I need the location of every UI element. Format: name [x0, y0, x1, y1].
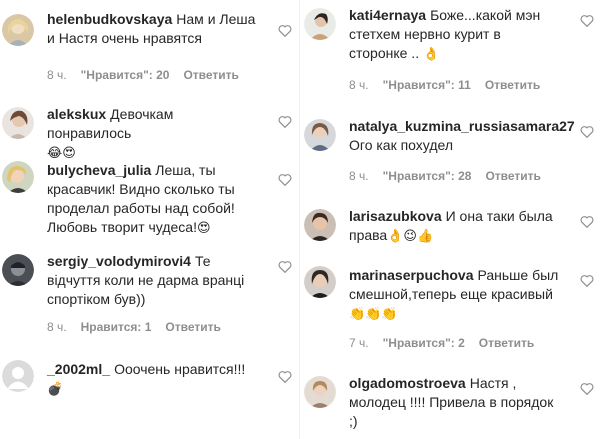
emoji-icon: 😉 — [403, 228, 417, 243]
avatar[interactable] — [2, 360, 34, 392]
comment-likes[interactable]: "Нравится": 2 — [383, 336, 465, 350]
comment-time[interactable]: 8 ч. — [349, 169, 369, 183]
emoji-icon: 👏 — [349, 306, 366, 321]
like-heart-icon[interactable] — [580, 215, 594, 228]
like-heart-icon[interactable] — [278, 24, 292, 37]
comment-meta: 8 ч. "Нравится": 20 Ответить — [47, 68, 253, 82]
comment-body: larisazubkova И она таки была права👌😉👍 — [349, 207, 559, 245]
emoji-icon: 👏 — [381, 306, 398, 321]
like-heart-icon[interactable] — [580, 274, 594, 287]
like-heart-icon[interactable] — [278, 260, 292, 273]
reply-button[interactable]: Ответить — [165, 320, 220, 334]
comment-body: bulycheva_julia Леша, ты красавчик! Видно… — [47, 161, 257, 237]
column-divider — [299, 0, 300, 439]
avatar[interactable] — [2, 161, 34, 193]
comment-likes[interactable]: "Нравится": 28 — [383, 169, 472, 183]
comment-body: olgadomostroeva Настя , молодец !!!! Прив… — [349, 374, 559, 431]
emoji-icon: 👌 — [422, 46, 440, 61]
avatar[interactable] — [2, 254, 34, 286]
avatar[interactable] — [304, 209, 336, 241]
reply-button[interactable]: Ответить — [183, 68, 238, 82]
avatar[interactable] — [304, 266, 336, 298]
right-comment-column: kati4ernaya Боже...какой мэн стетхем нерв… — [302, 0, 600, 439]
like-heart-icon[interactable] — [278, 370, 292, 383]
comment-time[interactable]: 8 ч. — [47, 320, 67, 334]
emoji-icon: 👌 — [387, 228, 404, 243]
comment-username[interactable]: helenbudkovskaya — [47, 11, 172, 27]
avatar[interactable] — [2, 107, 34, 139]
comment-likes[interactable]: Нравится: 1 — [81, 320, 152, 334]
comment-text: Ооочень нравится!!! — [114, 361, 246, 377]
like-heart-icon[interactable] — [278, 115, 292, 128]
left-comment-column: helenbudkovskaya Нам и Леша и Настя очень… — [0, 0, 298, 439]
comment-username[interactable]: _2002ml_ — [47, 361, 110, 377]
comment-username[interactable]: larisazubkova — [349, 208, 442, 224]
emoji-icon: 😍 — [196, 220, 211, 235]
like-heart-icon[interactable] — [580, 125, 594, 138]
emoji-icon: 👍 — [416, 228, 434, 243]
like-heart-icon[interactable] — [278, 173, 292, 186]
comment-meta: 8 ч. "Нравится": 11 Ответить — [349, 78, 554, 92]
comment-username[interactable]: natalya_kuzmina_russiasamara27 — [349, 118, 575, 134]
avatar[interactable] — [304, 119, 336, 151]
avatar[interactable] — [304, 376, 336, 408]
comment-meta: 7 ч. "Нравится": 2 Ответить — [349, 336, 548, 350]
reply-button[interactable]: Ответить — [479, 336, 534, 350]
comment-username[interactable]: alekskux — [47, 106, 106, 122]
comment-body: sergiy_volodymirovi4 Те відчуття коли не … — [47, 252, 257, 309]
comment-username[interactable]: bulycheva_julia — [47, 162, 151, 178]
comment-time[interactable]: 7 ч. — [349, 336, 369, 350]
comment-username[interactable]: sergiy_volodymirovi4 — [47, 253, 191, 269]
comment-meta: 8 ч. Нравится: 1 Ответить — [47, 320, 235, 334]
emoji-icon: 😂 — [47, 145, 63, 160]
comment-time[interactable]: 8 ч. — [47, 68, 67, 82]
comment-username[interactable]: olgadomostroeva — [349, 375, 466, 391]
comment-meta: 8 ч. "Нравится": 28 Ответить — [349, 169, 555, 183]
reply-button[interactable]: Ответить — [485, 78, 540, 92]
comment-text: Ого как похудел — [349, 137, 454, 153]
comment-time[interactable]: 8 ч. — [349, 78, 369, 92]
like-heart-icon[interactable] — [580, 14, 594, 27]
comment-likes[interactable]: "Нравится": 11 — [383, 78, 471, 92]
avatar[interactable] — [2, 14, 34, 46]
comment-username[interactable]: kati4ernaya — [349, 7, 426, 23]
comment-username[interactable]: marinaserpuchova — [349, 267, 474, 283]
comment-body: marinaserpuchova Раньше был смешной,тепер… — [349, 266, 559, 323]
emoji-icon: 😍 — [62, 145, 76, 160]
comment-body: natalya_kuzmina_russiasamara27 Ого как по… — [349, 117, 575, 155]
reply-button[interactable]: Ответить — [485, 169, 540, 183]
comment-body: helenbudkovskaya Нам и Леша и Настя очень… — [47, 10, 257, 48]
emoji-icon: 💣 — [47, 381, 64, 396]
comment-likes[interactable]: "Нравится": 20 — [81, 68, 170, 82]
emoji-icon: 👏 — [365, 306, 382, 321]
comment-body: kati4ernaya Боже...какой мэн стетхем нерв… — [349, 6, 559, 63]
like-heart-icon[interactable] — [580, 382, 594, 395]
comment-body: _2002ml_ Ооочень нравится!!! 💣 — [47, 360, 257, 398]
comment-body: alekskux Девочкам понравилось 😂😍 — [47, 105, 257, 162]
avatar[interactable] — [304, 8, 336, 40]
